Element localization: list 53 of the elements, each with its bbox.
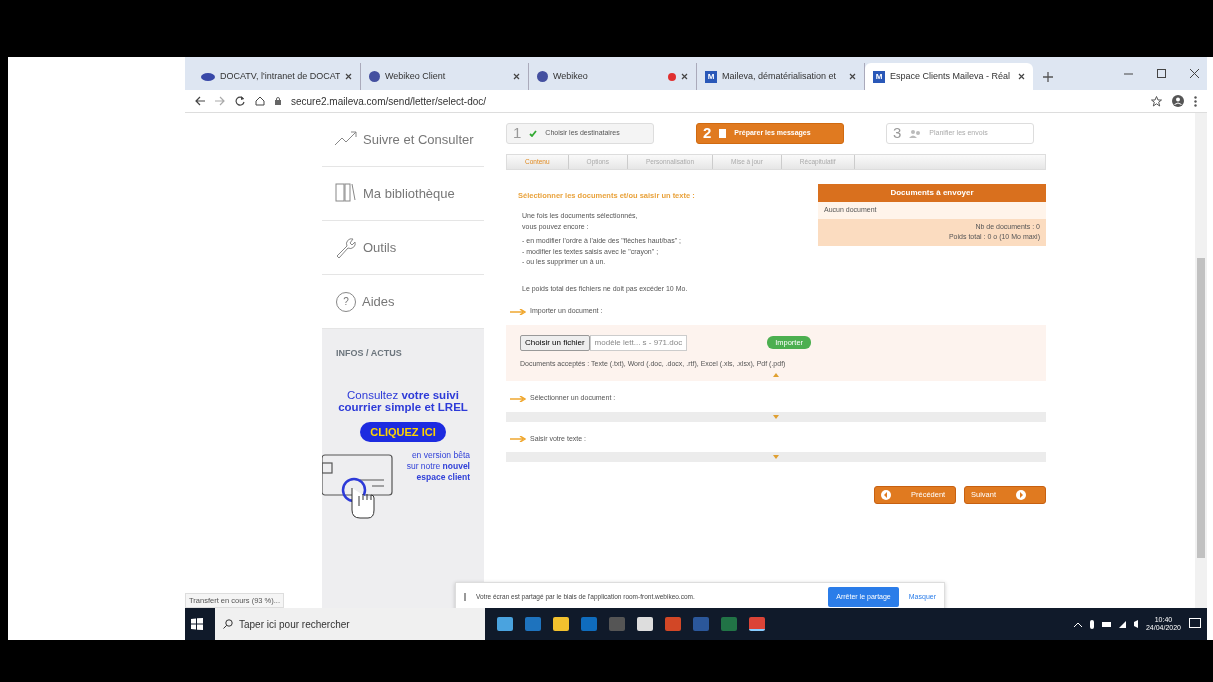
expand-icon: [773, 455, 779, 460]
home-icon[interactable]: [255, 96, 265, 106]
info-title: INFOS / ACTUS: [336, 347, 403, 360]
menu-icon[interactable]: [1194, 95, 1197, 107]
favicon-icon: M: [873, 70, 885, 83]
box-title: Documents à envoyer: [818, 184, 1046, 202]
close-icon[interactable]: [849, 73, 856, 80]
promo-footer: en version bêta sur notre nouvel espace client: [402, 450, 470, 483]
check-icon: [529, 130, 538, 137]
star-icon[interactable]: [1151, 95, 1162, 107]
favicon-icon: M: [705, 70, 717, 83]
reload-icon[interactable]: [235, 96, 245, 106]
back-icon[interactable]: [195, 96, 205, 106]
scrollbar[interactable]: [1195, 113, 1207, 608]
favicon-icon: [369, 71, 380, 82]
account-icon[interactable]: [1172, 95, 1184, 107]
close-icon[interactable]: [513, 73, 520, 80]
new-tab-icon[interactable]: [1043, 72, 1053, 82]
sidebar-item[interactable]: Suivre et Consulter: [322, 113, 484, 167]
arrow-icon: [510, 308, 526, 315]
book-icon: [334, 182, 357, 205]
battery-icon[interactable]: [1101, 621, 1111, 627]
arrow-icon: [510, 395, 526, 402]
logo-icon: [201, 72, 215, 81]
sidebar-item[interactable]: Ma bibliothèque: [322, 167, 484, 221]
file-name: modèle lett... s - 971.doc: [589, 334, 688, 351]
close-icon[interactable]: [1190, 69, 1199, 78]
speaker-icon[interactable]: [1133, 620, 1138, 628]
taskbar-search[interactable]: Taper ici pour rechercher: [215, 608, 485, 640]
address-bar[interactable]: secure2.maileva.com/send/letter/select-doc/: [291, 93, 1141, 109]
lock-icon: [275, 97, 281, 105]
cta-button[interactable]: CLIQUEZ ICI: [360, 421, 446, 443]
app-icon[interactable]: [749, 617, 765, 631]
expand-icon: [773, 414, 779, 419]
close-icon[interactable]: [681, 73, 688, 80]
sidebar-item[interactable]: Outils: [322, 221, 484, 275]
start-icon[interactable]: [191, 618, 203, 630]
favicon-icon: [537, 71, 548, 82]
maximize-icon[interactable]: [1157, 69, 1166, 78]
network-icon[interactable]: [1118, 620, 1126, 628]
document-icon: [719, 129, 727, 138]
people-icon: [909, 129, 922, 138]
browser-tab[interactable]: M Espace Clients Maileva - Réal: [865, 63, 1033, 90]
promo-text: Consultez votre suivi courrier simple et LREL: [337, 388, 469, 414]
arrow-icon: [510, 436, 526, 442]
close-icon[interactable]: [1018, 73, 1025, 80]
microphone-icon[interactable]: [1089, 619, 1094, 629]
close-icon[interactable]: [345, 73, 352, 80]
chevron-up-icon[interactable]: [1073, 621, 1082, 627]
notification-icon[interactable]: [1189, 618, 1201, 630]
file-button[interactable]: Choisir un fichier: [520, 334, 590, 351]
search-icon: [223, 619, 233, 629]
wrench-icon: [334, 236, 357, 259]
